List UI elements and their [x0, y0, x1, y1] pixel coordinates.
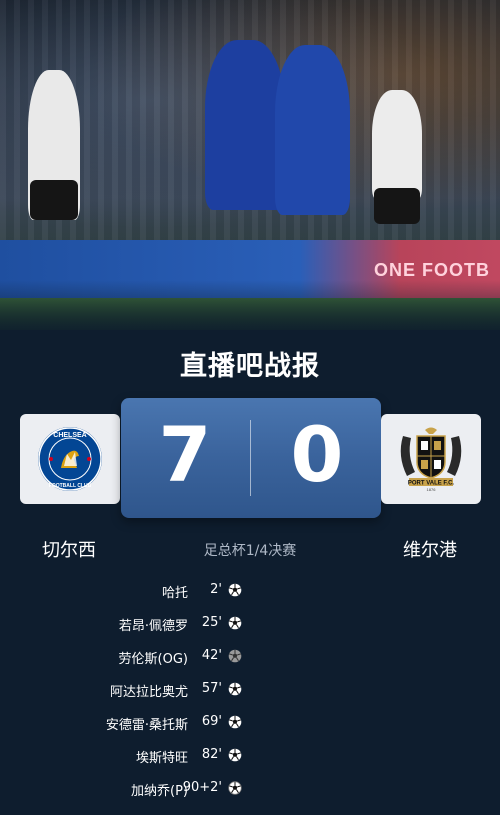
goal-scorer: 阿达拉比奥尤	[109, 685, 188, 700]
away-score: 0	[290, 410, 344, 499]
away-team-name[interactable]: 维尔港	[403, 536, 457, 562]
goal-row: 若昂·佩德罗 25'	[0, 613, 500, 635]
goal-row: 埃斯特旺 82'	[0, 745, 500, 767]
soccer-ball-icon	[228, 682, 242, 696]
scoreboard: 7 0	[121, 398, 381, 518]
soccer-ball-icon	[228, 715, 242, 729]
home-score: 7	[158, 410, 212, 499]
player-figure-right-shorts	[374, 188, 420, 224]
chelsea-crest-text-bottom: FOOTBALL CLUB	[49, 483, 92, 489]
goal-row: 劳伦斯(OG) 42'	[0, 646, 500, 668]
port-vale-crest-text: PORT VALE F.C.	[408, 481, 455, 487]
player-figure-celebrating-2	[275, 45, 350, 215]
goal-scorer: 埃斯特旺	[135, 751, 188, 766]
port-vale-crest-year: 1876	[427, 487, 437, 492]
page-title: 直播吧战报	[180, 351, 320, 382]
match-photo: ONE FOOTB	[0, 0, 500, 330]
hero-fade	[0, 280, 500, 330]
chelsea-crest-icon: CHELSEA FOOTBALL CLUB	[38, 427, 102, 491]
soccer-ball-icon	[228, 748, 242, 762]
player-figure-left-shorts	[30, 180, 78, 220]
home-team-logo-card[interactable]: CHELSEA FOOTBALL CLUB	[20, 414, 120, 504]
goal-row: 阿达拉比奥尤 57'	[0, 679, 500, 701]
goal-minute: 2'	[210, 582, 222, 597]
goal-row: 加纳乔(P) 90+2'	[0, 778, 500, 800]
goal-minute: 42'	[201, 648, 222, 663]
chelsea-crest-text-top: CHELSEA	[53, 432, 86, 439]
goal-scorer: 哈托	[161, 586, 188, 601]
goal-minute: 57'	[201, 681, 222, 696]
score-divider	[250, 420, 251, 496]
player-figure-right	[372, 90, 422, 200]
goal-minute: 82'	[201, 747, 222, 762]
goal-row: 哈托 2'	[0, 580, 500, 602]
soccer-ball-icon	[228, 583, 242, 597]
soccer-ball-icon	[228, 616, 242, 630]
board-text: ONE FOOTB	[374, 260, 490, 280]
penalty-ball-icon	[228, 781, 242, 795]
goal-row: 安德雷·桑托斯 69'	[0, 712, 500, 734]
goal-minute: 90+2'	[182, 780, 222, 795]
goal-scorer: 劳伦斯(OG)	[118, 652, 188, 667]
player-figure-celebrating-1	[205, 40, 285, 210]
goal-minute: 69'	[201, 714, 222, 729]
goal-minute: 25'	[201, 615, 222, 630]
port-vale-crest-icon: PORT VALE F.C. 1876	[400, 427, 462, 492]
goal-scorer: 若昂·佩德罗	[118, 619, 188, 634]
away-team-logo-card[interactable]: PORT VALE F.C. 1876	[381, 414, 481, 504]
goal-scorer: 安德雷·桑托斯	[105, 718, 188, 733]
own-goal-ball-icon	[228, 649, 242, 663]
